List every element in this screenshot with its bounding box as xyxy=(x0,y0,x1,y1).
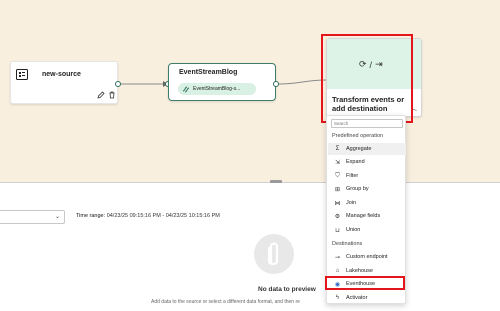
menu-item-label: Lakehouse xyxy=(346,268,373,274)
source-output-port[interactable] xyxy=(115,81,121,87)
time-range: Time range: 04/23/25 09:15:16 PM - 04/23… xyxy=(76,213,220,219)
highlight-eventhouse xyxy=(325,276,405,290)
menu-item-label: Custom endpoint xyxy=(346,254,388,260)
menu-search-input[interactable] xyxy=(331,119,403,128)
filter-icon: ⛉ xyxy=(335,172,340,179)
menu-item-aggregate[interactable]: Σ Aggregate xyxy=(328,143,406,155)
empty-preview-description: Add data to the source or select a diffe… xyxy=(151,299,300,305)
activator-icon: ϟ xyxy=(335,295,340,301)
paperclip-icon xyxy=(267,242,279,266)
source-node[interactable]: new-source xyxy=(10,61,118,104)
delete-icon[interactable] xyxy=(108,91,116,99)
menu-item-label: Manage fields xyxy=(346,213,381,219)
time-range-value[interactable]: 04/23/25 09:15:16 PM - 04/23/25 10:15:16… xyxy=(107,213,220,219)
eventstream-chip-label: EventStreamBlog-s... xyxy=(193,86,241,92)
menu-item-label: Expand xyxy=(346,159,365,165)
group-by-icon: ⊞ xyxy=(334,186,341,193)
menu-item-filter[interactable]: ⛉ Filter xyxy=(328,170,406,182)
eventstream-node[interactable]: EventStreamBlog EventStreamBlog-s... xyxy=(168,63,276,101)
menu-item-label: Union xyxy=(346,227,361,233)
expand-icon: ⇲ xyxy=(334,159,341,166)
time-range-label: Time range: xyxy=(76,213,106,219)
menu-item-manage-fields[interactable]: ⚙ Manage fields xyxy=(328,210,406,222)
eventstream-node-title: EventStreamBlog xyxy=(179,69,238,76)
menu-item-group-by[interactable]: ⊞ Group by xyxy=(328,183,406,195)
empty-preview-title: No data to preview xyxy=(258,286,316,293)
menu-item-activator[interactable]: ϟ Activator xyxy=(328,292,406,304)
join-icon: ⋈ xyxy=(334,200,341,207)
source-icon xyxy=(16,69,28,80)
stream-icon xyxy=(182,86,190,93)
menu-item-union[interactable]: ⊔ Union xyxy=(328,224,406,236)
data-preview-pane xyxy=(0,183,500,311)
menu-item-label: Group by xyxy=(346,186,369,192)
eventstream-chip[interactable]: EventStreamBlog-s... xyxy=(178,83,256,95)
empty-preview-illustration xyxy=(254,234,294,274)
lakehouse-icon: ⌂ xyxy=(335,268,340,274)
menu-item-expand[interactable]: ⇲ Expand xyxy=(328,156,406,168)
stream-output-port[interactable] xyxy=(273,81,279,87)
menu-item-label: Filter xyxy=(346,173,359,179)
chevron-down-icon[interactable]: ⌄ xyxy=(55,213,60,220)
menu-item-custom-endpoint[interactable]: ⊸ Custom endpoint xyxy=(328,251,406,263)
menu-item-join[interactable]: ⋈ Join xyxy=(328,197,406,209)
edit-icon[interactable] xyxy=(97,91,105,99)
source-node-label: new-source xyxy=(42,71,81,78)
menu-item-label: Aggregate xyxy=(346,146,372,152)
highlight-transform-node xyxy=(321,34,413,123)
manage-fields-icon: ⚙ xyxy=(334,213,341,220)
predefined-operation-header: Predefined operation xyxy=(332,133,384,139)
menu-item-label: Activator xyxy=(346,295,368,301)
sigma-icon: Σ xyxy=(335,146,340,152)
union-icon: ⊔ xyxy=(335,227,340,234)
custom-endpoint-icon: ⊸ xyxy=(334,254,341,261)
connector-stream-to-transform xyxy=(278,79,327,85)
menu-item-label: Join xyxy=(346,200,357,206)
destinations-header: Destinations xyxy=(332,241,363,247)
